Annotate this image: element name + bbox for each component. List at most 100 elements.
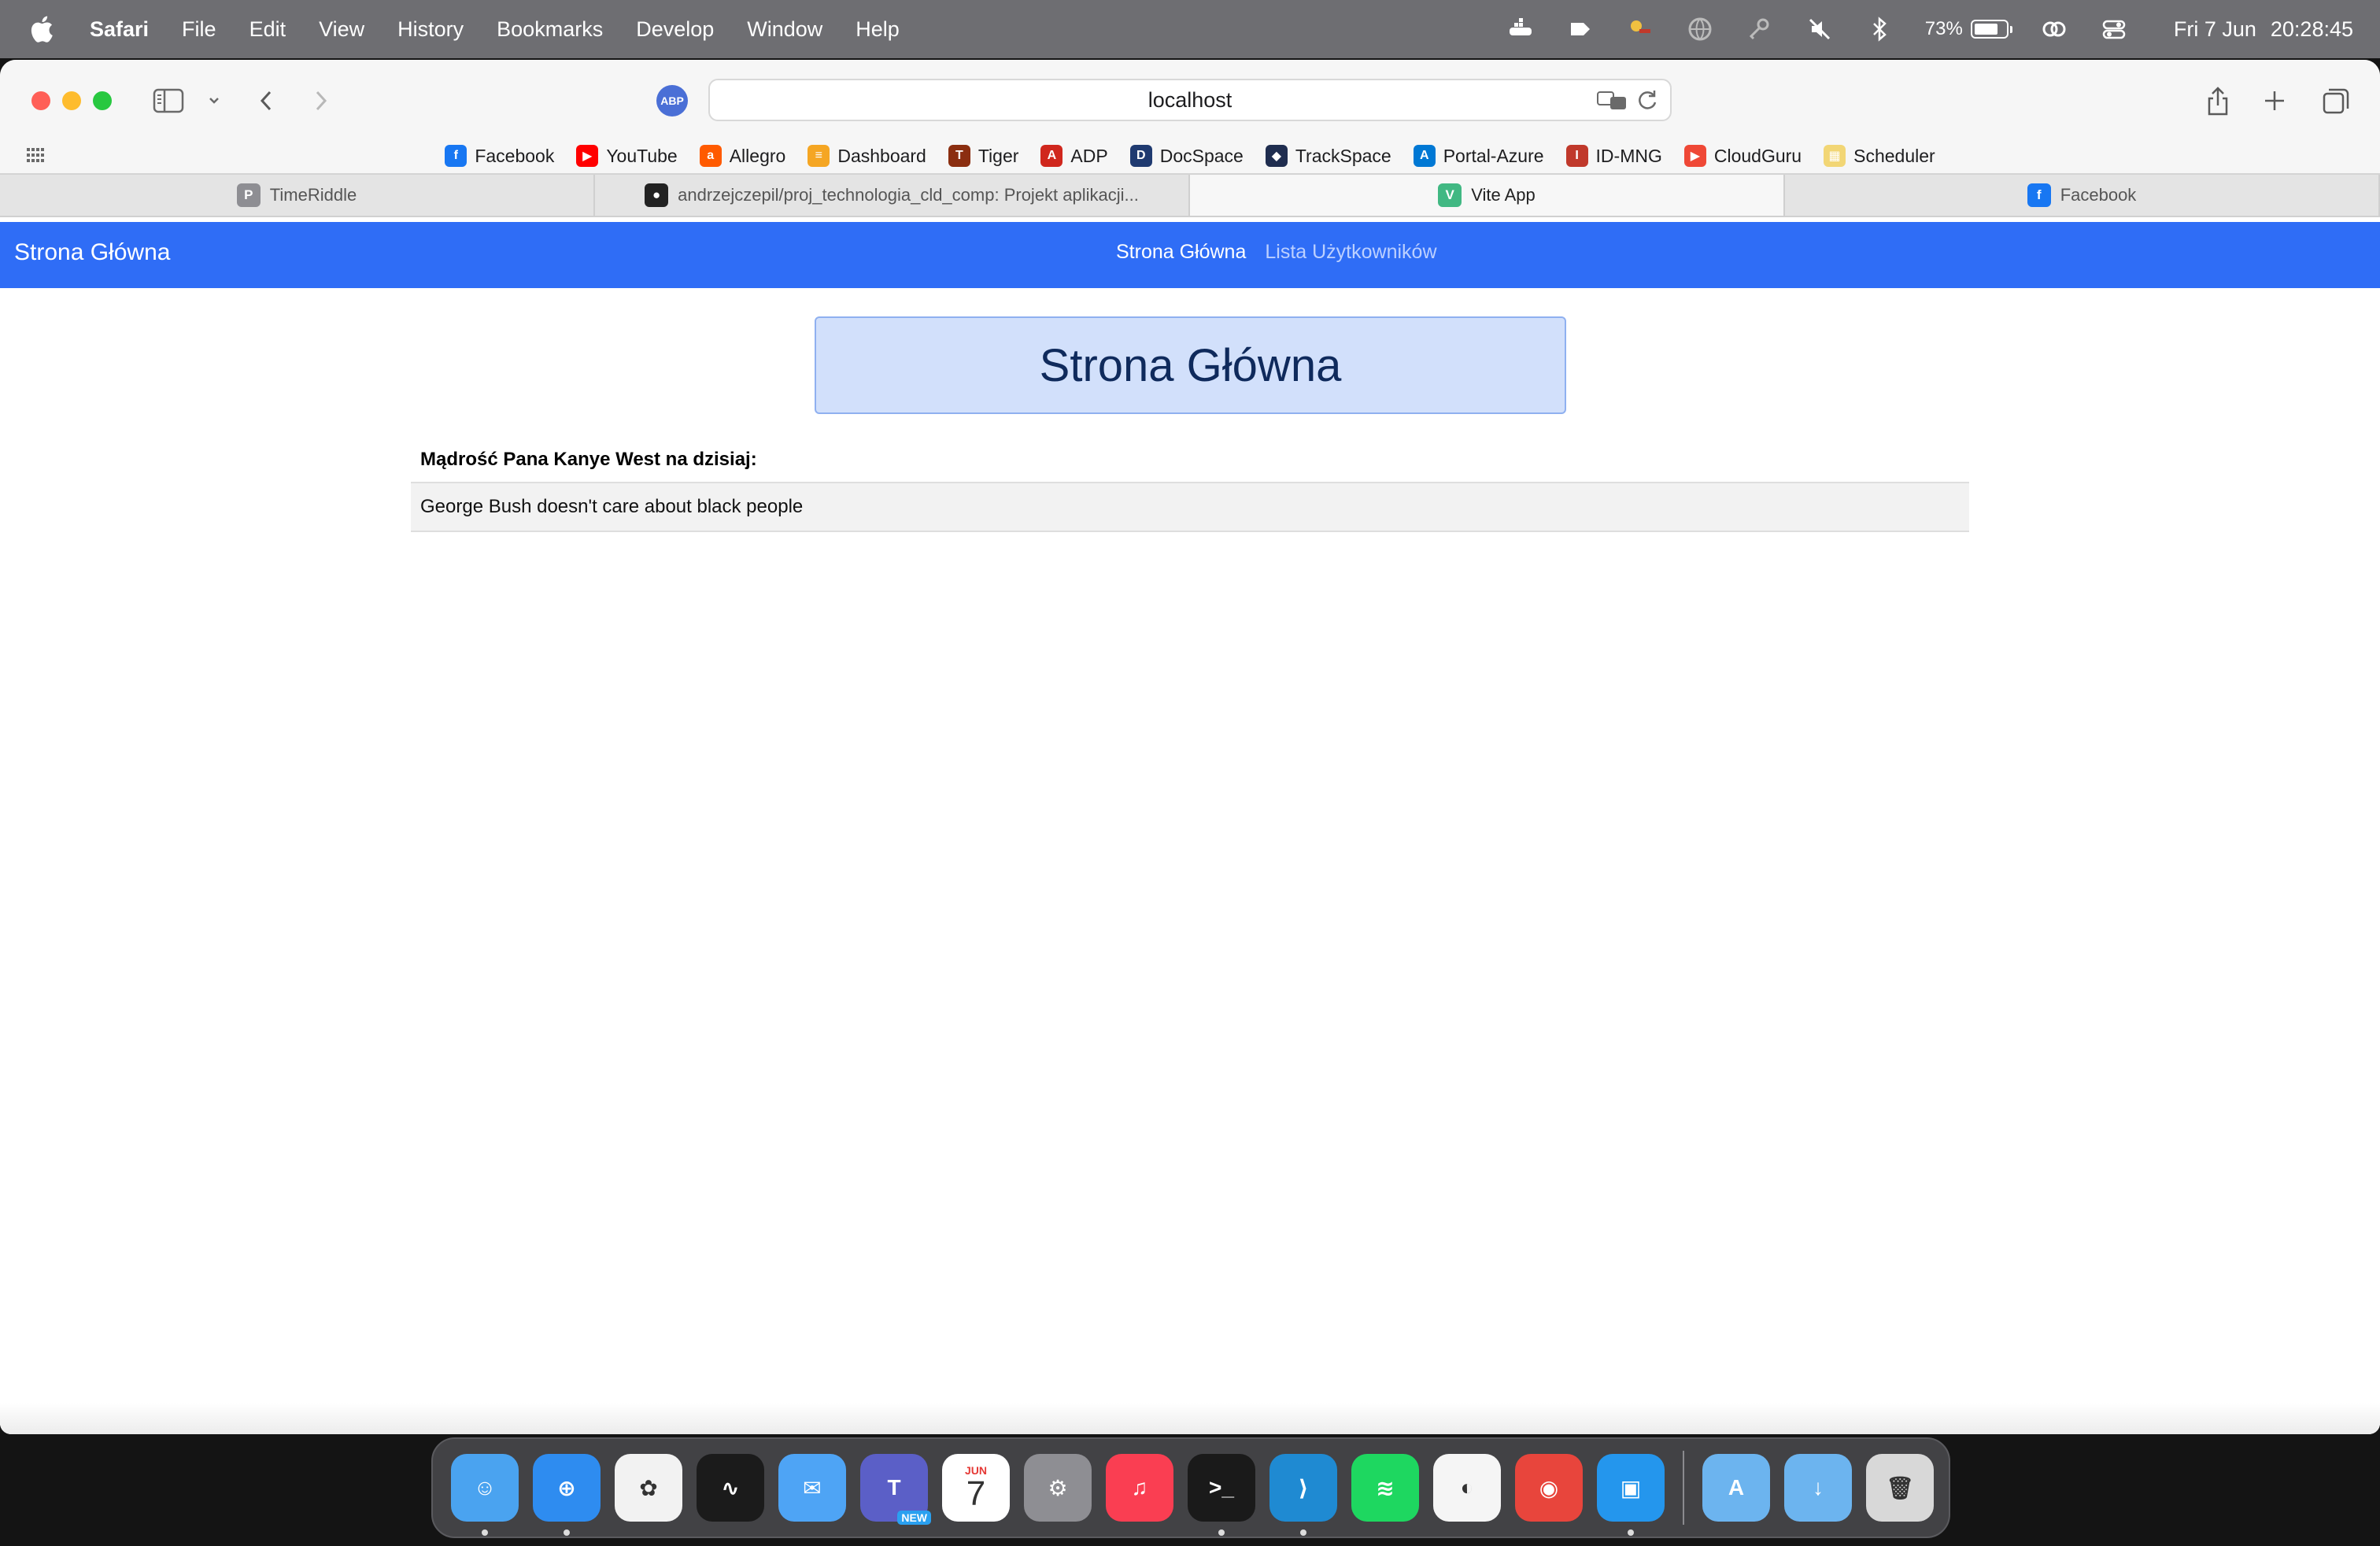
- favorite-label: Allegro: [729, 145, 786, 166]
- address-bar-url: localhost: [1148, 87, 1232, 112]
- network-app-icon[interactable]: ◐: [1433, 1454, 1501, 1522]
- activity-monitor-icon[interactable]: ∿: [697, 1454, 764, 1522]
- share-icon[interactable]: [2201, 83, 2235, 118]
- tag-icon[interactable]: [1566, 15, 1595, 43]
- vue-icon: V: [1438, 183, 1462, 207]
- menu-item-history[interactable]: History: [397, 17, 464, 42]
- favorite-tiger[interactable]: T Tiger: [948, 145, 1018, 167]
- favorite-scheduler[interactable]: ▦ Scheduler: [1824, 145, 1935, 167]
- reload-icon[interactable]: [1635, 87, 1659, 113]
- favorite-id-mng[interactable]: I ID-MNG: [1565, 145, 1662, 167]
- battery-icon: [1970, 20, 2012, 39]
- menu-item-help[interactable]: Help: [856, 17, 900, 42]
- docspace-icon: D: [1129, 145, 1152, 167]
- apple-icon[interactable]: [30, 15, 54, 43]
- new-badge: NEW: [897, 1511, 931, 1525]
- address-bar[interactable]: localhost: [708, 79, 1672, 121]
- favorite-adp[interactable]: A ADP: [1040, 145, 1108, 167]
- favorite-youtube[interactable]: ▶ YouTube: [576, 145, 678, 167]
- nav-link-home[interactable]: Strona Główna: [1116, 241, 1246, 264]
- trash-icon[interactable]: 🗑: [1866, 1454, 1934, 1522]
- menu-clock[interactable]: Fri 7 Jun 20:28:45: [2160, 17, 2353, 42]
- tab-overview-icon[interactable]: [2319, 83, 2353, 118]
- globe-icon[interactable]: [1686, 15, 1714, 43]
- favorite-trackspace[interactable]: ◆ TrackSpace: [1265, 145, 1391, 167]
- navbar-brand[interactable]: Strona Główna: [14, 239, 170, 266]
- facebook-icon: f: [445, 145, 468, 167]
- mail-icon[interactable]: ✉: [778, 1454, 846, 1522]
- vscode-icon[interactable]: ⟩: [1269, 1454, 1337, 1536]
- favorite-portal-azure[interactable]: A Portal-Azure: [1413, 145, 1544, 167]
- chrome-icon[interactable]: ◉: [1515, 1454, 1583, 1522]
- forward-button[interactable]: [304, 83, 338, 118]
- menu-item-file[interactable]: File: [182, 17, 216, 42]
- spotify-icon[interactable]: ≋: [1351, 1454, 1419, 1522]
- key-status-icon[interactable]: [1626, 15, 1654, 43]
- tab-label: Facebook: [2060, 185, 2137, 205]
- favorite-cloudguru[interactable]: ▶ CloudGuru: [1683, 145, 1802, 167]
- screen-mirroring-icon[interactable]: [2040, 15, 2068, 43]
- mute-icon[interactable]: [1805, 15, 1834, 43]
- adblock-plus-icon[interactable]: ABP: [656, 85, 688, 117]
- id-mng-icon: I: [1565, 145, 1588, 167]
- applications-folder-icon[interactable]: A: [1702, 1454, 1770, 1522]
- bluetooth-icon[interactable]: [1865, 15, 1894, 43]
- favorite-docspace[interactable]: D DocSpace: [1129, 145, 1244, 167]
- sidebar-toggle-icon[interactable]: [151, 83, 186, 118]
- browser-tab[interactable]: ● andrzejczepil/proj_technologia_cld_comp…: [595, 175, 1190, 216]
- calendar-icon[interactable]: JUN 7: [942, 1454, 1010, 1522]
- favorites-grid-icon[interactable]: [27, 148, 44, 162]
- photos-icon[interactable]: ✿: [615, 1454, 682, 1522]
- browser-tab[interactable]: V Vite App: [1190, 175, 1785, 216]
- page-bottom-shade: [0, 1403, 2380, 1434]
- favorite-label: Portal-Azure: [1443, 145, 1544, 166]
- menu-bar-right: 73% Fri 7 Jun 20:28:45: [1475, 15, 2353, 43]
- menu-item-view[interactable]: View: [319, 17, 364, 42]
- favorite-label: Scheduler: [1853, 145, 1935, 166]
- chevron-down-icon[interactable]: [197, 83, 231, 118]
- nav-link-users[interactable]: Lista Użytkowników: [1265, 241, 1436, 264]
- minimize-window-button[interactable]: [62, 91, 81, 110]
- docker-icon[interactable]: ▣: [1597, 1454, 1665, 1536]
- favorites-list: f Facebook ▶ YouTube a Allegro ≡ Dashboard T Tige…: [434, 145, 1946, 167]
- browser-tab[interactable]: P TimeRiddle: [0, 175, 595, 216]
- dock: ☺ ⊕ ✿ ∿ ✉ T NEW JUN 7 ⚙ ♫ >_ ⟩ ≋ ◐ ◉ ▣ A ↓ 🗑: [431, 1437, 1950, 1538]
- menu-item-bookmarks[interactable]: Bookmarks: [497, 17, 603, 42]
- favorite-label: DocSpace: [1159, 145, 1244, 166]
- system-settings-icon[interactable]: ⚙: [1024, 1454, 1092, 1522]
- control-center-icon[interactable]: [2100, 15, 2128, 43]
- allegro-icon: a: [699, 145, 722, 167]
- menu-item-develop[interactable]: Develop: [636, 17, 714, 42]
- app-navbar: Strona Główna Strona Główna Lista Użytko…: [0, 222, 2380, 288]
- favorite-label: YouTube: [606, 145, 678, 166]
- safari-icon[interactable]: ⊕: [533, 1454, 601, 1536]
- favorite-allegro[interactable]: a Allegro: [699, 145, 786, 167]
- quote-text: George Bush doesn't care about black peo…: [411, 482, 1969, 532]
- favorite-label: Dashboard: [837, 145, 926, 166]
- browser-tab[interactable]: f Facebook: [1785, 175, 2380, 216]
- favorite-dashboard[interactable]: ≡ Dashboard: [808, 145, 926, 167]
- new-tab-icon[interactable]: [2257, 83, 2292, 118]
- key-icon[interactable]: [1746, 15, 1774, 43]
- close-window-button[interactable]: [31, 91, 50, 110]
- cloudguru-icon: ▶: [1683, 145, 1706, 167]
- finder-icon[interactable]: ☺: [451, 1454, 519, 1536]
- downloads-folder-icon[interactable]: ↓: [1784, 1454, 1852, 1522]
- fullscreen-window-button[interactable]: [93, 91, 112, 110]
- terminal-icon[interactable]: >_: [1188, 1454, 1255, 1536]
- battery-indicator[interactable]: 73%: [1925, 18, 2012, 40]
- teams-icon[interactable]: T NEW: [860, 1454, 931, 1525]
- menu-item-edit[interactable]: Edit: [249, 17, 286, 42]
- translate-icon[interactable]: [1596, 87, 1628, 113]
- github-icon: ●: [645, 183, 669, 207]
- music-icon[interactable]: ♫: [1106, 1454, 1173, 1522]
- dashboard-icon: ≡: [808, 145, 830, 167]
- favorite-facebook[interactable]: f Facebook: [445, 145, 554, 167]
- back-button[interactable]: [249, 83, 283, 118]
- battery-fill: [1974, 24, 1998, 35]
- menu-item-window[interactable]: Window: [747, 17, 822, 42]
- clock-time: 20:28:45: [2270, 17, 2353, 41]
- azure-icon: A: [1413, 145, 1436, 167]
- docker-status-icon[interactable]: [1506, 15, 1535, 43]
- menu-app-name[interactable]: Safari: [90, 17, 149, 42]
